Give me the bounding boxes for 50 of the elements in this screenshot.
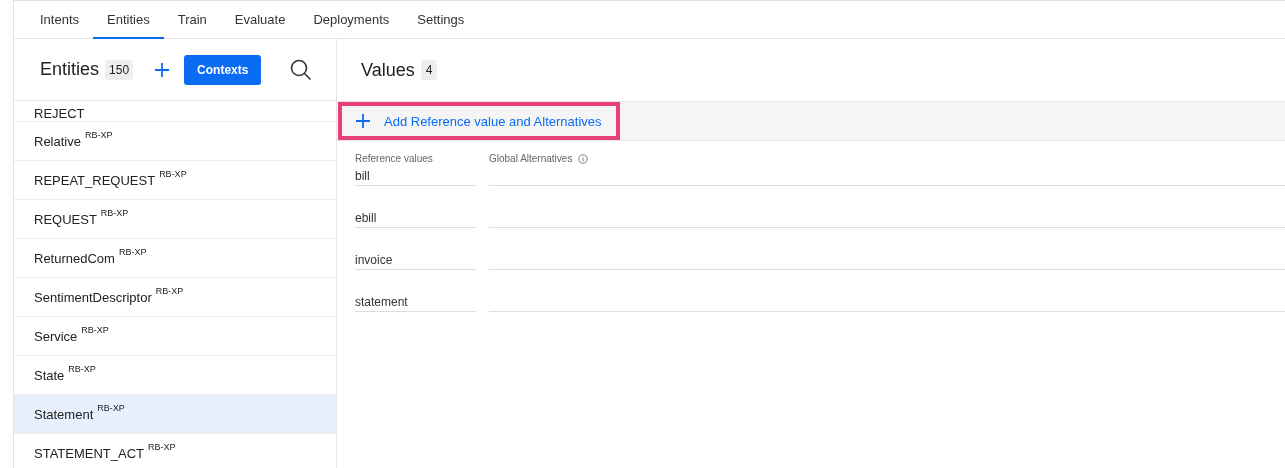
reference-value-field[interactable]: statement	[355, 270, 476, 312]
entity-row[interactable]: STATEMENT_ACT RB-XP	[14, 434, 336, 468]
entity-name: State	[34, 367, 65, 383]
count-badge: 150	[105, 59, 134, 80]
entity-row[interactable]: Service RB-XP	[14, 317, 336, 356]
entity-tag: RB-XP	[159, 169, 187, 179]
info-icon[interactable]	[578, 153, 589, 164]
tab[interactable]: Settings	[403, 1, 479, 39]
search-icon[interactable]	[290, 58, 313, 81]
panel-title: Entities	[40, 59, 100, 80]
entity-name: ReturnedCom	[34, 250, 115, 266]
entity-row[interactable]: Relative RB-XP	[14, 122, 336, 161]
entity-tag: RB-XP	[100, 208, 129, 218]
entity-name: REPEAT_REQUEST	[34, 172, 156, 188]
entity-row[interactable]: REJECT	[14, 101, 336, 122]
entity-row[interactable]: Statement RB-XP	[14, 395, 336, 434]
entity-row[interactable]: REQUEST RB-XP	[14, 200, 336, 239]
entity-tag: RB-XP	[155, 286, 184, 296]
entity-tag: RB-XP	[84, 130, 113, 140]
contexts-button[interactable]: Contexts	[184, 54, 262, 85]
tab[interactable]: Intents	[26, 1, 94, 39]
tab[interactable]: Train	[163, 1, 221, 39]
entity-tag: RB-XP	[148, 442, 176, 452]
reference-value-field[interactable]: bill	[355, 164, 476, 186]
entity-tag: RB-XP	[68, 364, 96, 374]
entity-tag: RB-XP	[97, 403, 125, 413]
entity-row[interactable]: REPEAT_REQUEST RB-XP	[14, 161, 336, 200]
entity-name: STATEMENT_ACT	[34, 445, 145, 461]
plus-icon	[355, 113, 371, 129]
entity-name: SentimentDescriptor	[34, 289, 152, 305]
entity-name: REQUEST	[34, 211, 97, 227]
entity-tag: RB-XP	[118, 247, 147, 257]
entity-name: REJECT	[34, 106, 85, 121]
entity-tag: RB-XP	[81, 325, 109, 335]
reference-value-field[interactable]: invoice	[355, 228, 476, 270]
column-label: Global Alternatives	[489, 153, 573, 164]
tab[interactable]: Entities	[93, 1, 164, 39]
entity-name: Relative	[34, 133, 81, 149]
reference-value-field[interactable]: ebill	[355, 186, 476, 228]
count-badge: 4	[420, 60, 438, 80]
column-label: Reference values	[355, 153, 433, 164]
tab[interactable]: Evaluate	[220, 1, 300, 39]
add-icon[interactable]	[154, 61, 171, 78]
entity-name: Statement	[34, 406, 94, 422]
add-value-button[interactable]: Add Reference value and Alternatives	[338, 102, 620, 140]
panel-title: Values	[361, 59, 415, 81]
tab[interactable]: Deployments	[299, 1, 404, 39]
entity-row[interactable]: SentimentDescriptor RB-XP	[14, 278, 336, 317]
entity-row[interactable]: ReturnedCom RB-XP	[14, 239, 336, 278]
entity-name: Service	[34, 328, 78, 344]
